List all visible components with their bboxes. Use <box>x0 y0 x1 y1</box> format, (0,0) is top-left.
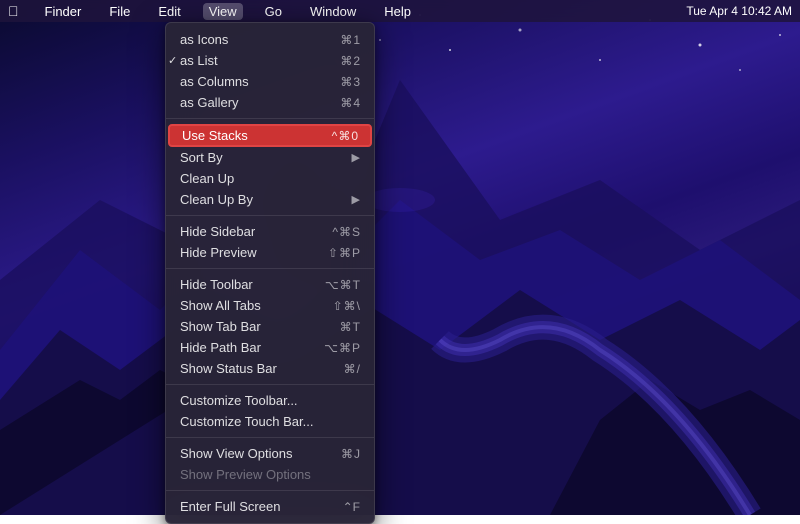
menu-item-label: as List <box>180 53 218 68</box>
menu-item-label: Use Stacks <box>182 128 248 143</box>
apple-logo[interactable]:  <box>8 3 19 19</box>
menu-shortcut-fullscreen: ⌃F <box>343 500 360 514</box>
menu-section-view-options: Show View Options ⌘J Show Preview Option… <box>166 441 374 487</box>
menu-item-sort-by[interactable]: Sort By ▶ <box>166 147 374 168</box>
menu-item-as-list[interactable]: ✓ as List ⌘2 <box>166 50 374 71</box>
divider-6 <box>166 490 374 491</box>
menu-item-label: Hide Preview <box>180 245 257 260</box>
mountain-svg <box>0 0 800 515</box>
menu-shortcut-view-options: ⌘J <box>341 447 360 461</box>
menubar-right: Tue Apr 4 10:42 AM <box>686 4 792 18</box>
menubar-clock: Tue Apr 4 10:42 AM <box>686 4 792 18</box>
menu-item-hide-sidebar[interactable]: Hide Sidebar ^⌘S <box>166 221 374 242</box>
menu-item-hide-path-bar[interactable]: Hide Path Bar ⌥⌘P <box>166 337 374 358</box>
menu-item-customize-touchbar[interactable]: Customize Touch Bar... <box>166 411 374 432</box>
menubar-finder[interactable]: Finder <box>39 3 88 20</box>
divider-4 <box>166 384 374 385</box>
menu-item-as-columns[interactable]: as Columns ⌘3 <box>166 71 374 92</box>
menu-section-sidebar: Hide Sidebar ^⌘S Hide Preview ⇧⌘P <box>166 219 374 265</box>
menu-item-label: Enter Full Screen <box>180 499 280 514</box>
menu-item-clean-up[interactable]: Clean Up <box>166 168 374 189</box>
menu-item-label: Hide Sidebar <box>180 224 255 239</box>
divider-3 <box>166 268 374 269</box>
menu-shortcut-status-bar: ⌘/ <box>344 362 360 376</box>
desktop-background <box>0 0 800 515</box>
menu-item-label: as Columns <box>180 74 249 89</box>
menu-item-label: Show Tab Bar <box>180 319 261 334</box>
divider-5 <box>166 437 374 438</box>
menu-item-hide-preview[interactable]: Hide Preview ⇧⌘P <box>166 242 374 263</box>
menubar-left:  Finder File Edit View Go Window Help <box>8 3 417 20</box>
menu-shortcut-gallery: ⌘4 <box>340 96 360 110</box>
divider-1 <box>166 118 374 119</box>
menu-item-as-icons[interactable]: as Icons ⌘1 <box>166 29 374 50</box>
menu-shortcut-hide-toolbar: ⌥⌘T <box>325 278 360 292</box>
menu-item-label: Show View Options <box>180 446 293 461</box>
menu-item-customize-toolbar[interactable]: Customize Toolbar... <box>166 390 374 411</box>
menu-item-show-view-options[interactable]: Show View Options ⌘J <box>166 443 374 464</box>
menu-shortcut-tab-bar: ⌘T <box>340 320 360 334</box>
menu-section-toolbar: Hide Toolbar ⌥⌘T Show All Tabs ⇧⌘\ Show … <box>166 272 374 381</box>
menu-item-label: Sort By <box>180 150 223 165</box>
menu-item-hide-toolbar[interactable]: Hide Toolbar ⌥⌘T <box>166 274 374 295</box>
check-icon: ✓ <box>168 54 177 67</box>
menu-item-enter-fullscreen[interactable]: Enter Full Screen ⌃F <box>166 496 374 517</box>
menubar-help[interactable]: Help <box>378 3 417 20</box>
divider-2 <box>166 215 374 216</box>
menu-item-label: Show Preview Options <box>180 467 311 482</box>
menu-item-label: Hide Toolbar <box>180 277 253 292</box>
menubar-view[interactable]: View <box>203 3 243 20</box>
menu-shortcut-preview: ⇧⌘P <box>328 246 360 260</box>
menu-item-label: Hide Path Bar <box>180 340 261 355</box>
submenu-arrow-icon: ▶ <box>352 151 360 164</box>
menu-item-label: Customize Toolbar... <box>180 393 298 408</box>
menu-item-label: as Gallery <box>180 95 239 110</box>
menu-item-label: Customize Touch Bar... <box>180 414 313 429</box>
menubar-go[interactable]: Go <box>259 3 288 20</box>
menu-shortcut-all-tabs: ⇧⌘\ <box>333 299 360 313</box>
menu-item-label: Show All Tabs <box>180 298 261 313</box>
menu-section-fullscreen: Enter Full Screen ⌃F <box>166 494 374 519</box>
menu-item-clean-up-by[interactable]: Clean Up By ▶ <box>166 189 374 210</box>
menu-item-label: Clean Up <box>180 171 234 186</box>
menu-item-show-status-bar[interactable]: Show Status Bar ⌘/ <box>166 358 374 379</box>
menu-shortcut-stacks: ^⌘0 <box>332 129 358 143</box>
menubar:  Finder File Edit View Go Window Help T… <box>0 0 800 22</box>
menubar-file[interactable]: File <box>103 3 136 20</box>
menubar-edit[interactable]: Edit <box>152 3 186 20</box>
menu-item-as-gallery[interactable]: as Gallery ⌘4 <box>166 92 374 113</box>
menu-item-label: as Icons <box>180 32 228 47</box>
menu-shortcut-sidebar: ^⌘S <box>332 225 360 239</box>
menu-item-use-stacks[interactable]: Use Stacks ^⌘0 <box>168 124 372 147</box>
menu-section-stacks: Use Stacks ^⌘0 Sort By ▶ Clean Up Clean … <box>166 122 374 212</box>
menu-shortcut-columns: ⌘3 <box>340 75 360 89</box>
submenu-arrow-clean-by-icon: ▶ <box>352 193 360 206</box>
menu-shortcut-list: ⌘2 <box>340 54 360 68</box>
view-dropdown-menu: as Icons ⌘1 ✓ as List ⌘2 as Columns ⌘3 a… <box>165 22 375 524</box>
menu-section-customize: Customize Toolbar... Customize Touch Bar… <box>166 388 374 434</box>
menu-item-show-preview-options[interactable]: Show Preview Options <box>166 464 374 485</box>
menu-shortcut-icons: ⌘1 <box>340 33 360 47</box>
menu-item-label: Clean Up By <box>180 192 253 207</box>
menubar-window[interactable]: Window <box>304 3 362 20</box>
menu-item-show-tab-bar[interactable]: Show Tab Bar ⌘T <box>166 316 374 337</box>
menu-item-show-all-tabs[interactable]: Show All Tabs ⇧⌘\ <box>166 295 374 316</box>
menu-item-label: Show Status Bar <box>180 361 277 376</box>
menu-section-view-modes: as Icons ⌘1 ✓ as List ⌘2 as Columns ⌘3 a… <box>166 27 374 115</box>
menu-shortcut-path-bar: ⌥⌘P <box>324 341 360 355</box>
